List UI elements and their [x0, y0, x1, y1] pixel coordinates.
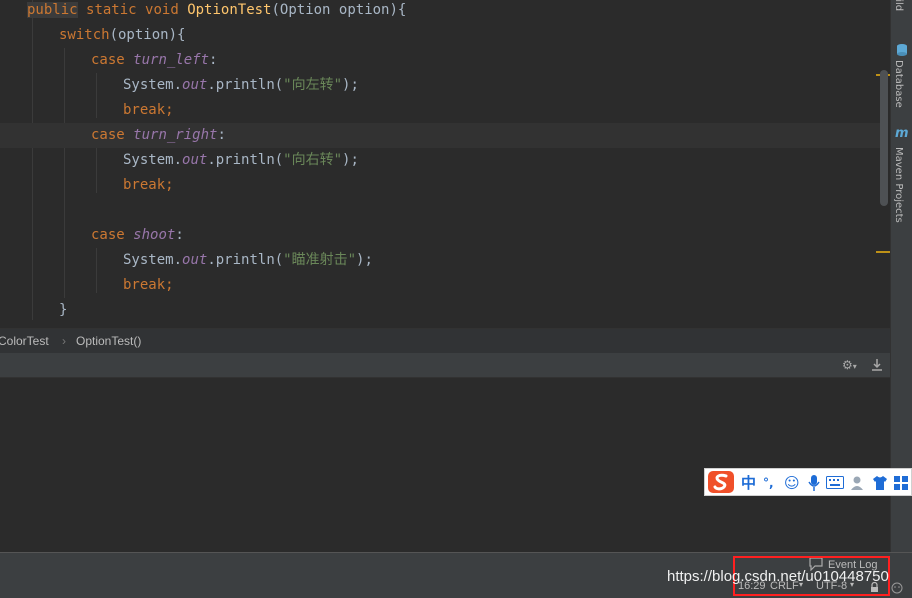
code-token: : — [217, 127, 226, 143]
gear-icon[interactable]: ⚙▾ — [842, 357, 857, 373]
code-line[interactable]: switch(option){ — [0, 23, 880, 48]
ime-language-toggle[interactable]: 中 — [741, 472, 756, 494]
code-text: public static void OptionTest(Option opt… — [27, 0, 406, 23]
maven-projects-tool-tab[interactable]: Maven Projects — [893, 147, 904, 223]
code-token: ); — [356, 252, 373, 268]
code-text: break; — [123, 273, 174, 298]
code-line[interactable]: case shoot: — [0, 223, 880, 248]
code-line[interactable] — [0, 198, 880, 223]
code-text: } — [59, 298, 67, 323]
code-text: System.out.println("向左转"); — [123, 73, 359, 98]
ime-punctuation-toggle[interactable]: °, — [763, 472, 774, 494]
code-token: ; — [165, 277, 174, 293]
hide-panel-icon[interactable] — [871, 358, 883, 372]
build-tool-tab[interactable]: Build — [893, 0, 904, 11]
code-token: ; — [165, 177, 174, 193]
code-text: break; — [123, 173, 174, 198]
code-text: break; — [123, 98, 174, 123]
code-line[interactable]: break; — [0, 173, 880, 198]
user-account-icon[interactable] — [850, 475, 866, 491]
code-token: out — [182, 152, 208, 168]
inspector-face-icon[interactable] — [891, 582, 903, 594]
code-line[interactable]: System.out.println("向左转"); — [0, 73, 880, 98]
code-line[interactable]: } — [0, 298, 880, 323]
code-text: System.out.println("瞄准射击"); — [123, 248, 373, 273]
code-token: break — [123, 177, 166, 193]
breadcrumb-class[interactable]: ColorTest — [0, 329, 49, 353]
code-token: break — [123, 277, 166, 293]
database-icon — [897, 44, 907, 56]
code-token: "瞄准射击" — [283, 252, 357, 268]
code-token: turn_left — [133, 52, 210, 68]
code-token: ); — [342, 77, 359, 93]
code-line[interactable]: case turn_left: — [0, 48, 880, 73]
breadcrumb: ColorTest › OptionTest() — [0, 328, 890, 353]
code-token: System. — [123, 77, 183, 93]
code-token: break — [123, 102, 166, 118]
breadcrumb-method[interactable]: OptionTest() — [76, 329, 141, 353]
code-line[interactable]: break; — [0, 273, 880, 298]
ime-toolbar: 中 °, ☺ — [704, 468, 912, 496]
watermark-text: https://blog.csdn.net/u010448750 — [667, 568, 889, 585]
maven-icon: m — [895, 126, 909, 141]
code-token: turn_right — [133, 127, 218, 143]
code-token: static — [86, 2, 137, 18]
emoji-icon[interactable]: ☺ — [784, 472, 800, 494]
tool-window-content[interactable] — [0, 378, 890, 552]
code-token: OptionTest — [187, 2, 272, 18]
code-token: ; — [165, 102, 174, 118]
code-token: shoot — [133, 227, 176, 243]
code-token: .println( — [207, 152, 284, 168]
tool-window-header: ⚙▾ — [0, 353, 890, 378]
code-line[interactable]: System.out.println("瞄准射击"); — [0, 248, 880, 273]
code-token: case — [91, 127, 125, 143]
database-tool-tab[interactable]: Database — [893, 60, 904, 108]
code-text: case turn_right: — [91, 123, 226, 148]
code-text: case shoot: — [91, 223, 184, 248]
code-token: : — [175, 227, 184, 243]
code-token: case — [91, 227, 125, 243]
code-token: public — [27, 2, 78, 18]
code-line[interactable]: break; — [0, 98, 880, 123]
code-line-current[interactable]: case turn_right: — [0, 123, 880, 148]
code-line[interactable]: public static void OptionTest(Option opt… — [0, 0, 880, 23]
code-token: .println( — [207, 77, 284, 93]
code-token: (Option option){ — [271, 2, 407, 18]
toolbox-grid-icon[interactable] — [894, 476, 908, 490]
code-token: out — [182, 252, 208, 268]
code-token: System. — [123, 252, 183, 268]
code-token: void — [145, 2, 179, 18]
warning-marker[interactable] — [876, 251, 890, 253]
sogou-logo-icon[interactable] — [707, 470, 735, 494]
code-token: System. — [123, 152, 183, 168]
code-token: switch — [59, 27, 110, 43]
code-token: out — [182, 77, 208, 93]
code-editor[interactable]: public static void OptionTest(Option opt… — [0, 0, 890, 328]
breadcrumb-separator-icon: › — [62, 334, 66, 348]
code-line[interactable]: System.out.println("向右转"); — [0, 148, 880, 173]
code-text: System.out.println("向右转"); — [123, 148, 359, 173]
editor-scrollbar[interactable] — [880, 70, 888, 206]
code-token: "向左转" — [283, 77, 343, 93]
code-text: case turn_left: — [91, 48, 217, 73]
code-token: : — [209, 52, 218, 68]
code-token: .println( — [207, 252, 284, 268]
code-token: ); — [342, 152, 359, 168]
microphone-icon[interactable] — [808, 474, 820, 492]
code-token: (option){ — [109, 27, 186, 43]
code-token: case — [91, 52, 125, 68]
code-token: } — [59, 302, 68, 318]
code-text: switch(option){ — [59, 23, 185, 48]
skin-shirt-icon[interactable] — [872, 475, 888, 491]
code-token: "向右转" — [283, 152, 343, 168]
keyboard-icon[interactable] — [826, 476, 844, 489]
